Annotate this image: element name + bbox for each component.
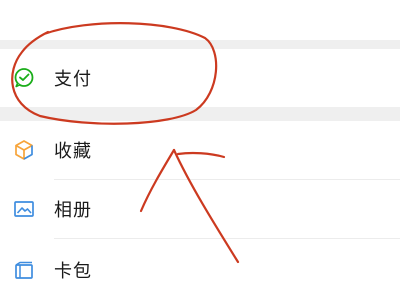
favorites-cube-icon xyxy=(15,140,33,160)
row-divider xyxy=(54,238,400,239)
me-page-menu: 支付 收藏 相册 卡包 xyxy=(0,0,400,300)
menu-item-cards[interactable]: 卡包 xyxy=(0,241,400,299)
menu-item-pay[interactable]: 支付 xyxy=(0,49,400,107)
section-gap-1 xyxy=(0,40,400,49)
menu-item-label: 相册 xyxy=(54,200,92,221)
menu-item-album[interactable]: 相册 xyxy=(0,180,400,238)
album-picture-icon xyxy=(14,201,34,217)
menu-item-label: 支付 xyxy=(54,69,92,90)
card-wallet-icon xyxy=(15,261,33,279)
section-gap-top xyxy=(0,0,400,2)
section-gap-2 xyxy=(0,107,400,121)
menu-item-label: 卡包 xyxy=(54,261,92,282)
menu-item-label: 收藏 xyxy=(54,141,92,162)
menu-item-favorites[interactable]: 收藏 xyxy=(0,121,400,179)
wechat-pay-icon xyxy=(14,68,34,88)
